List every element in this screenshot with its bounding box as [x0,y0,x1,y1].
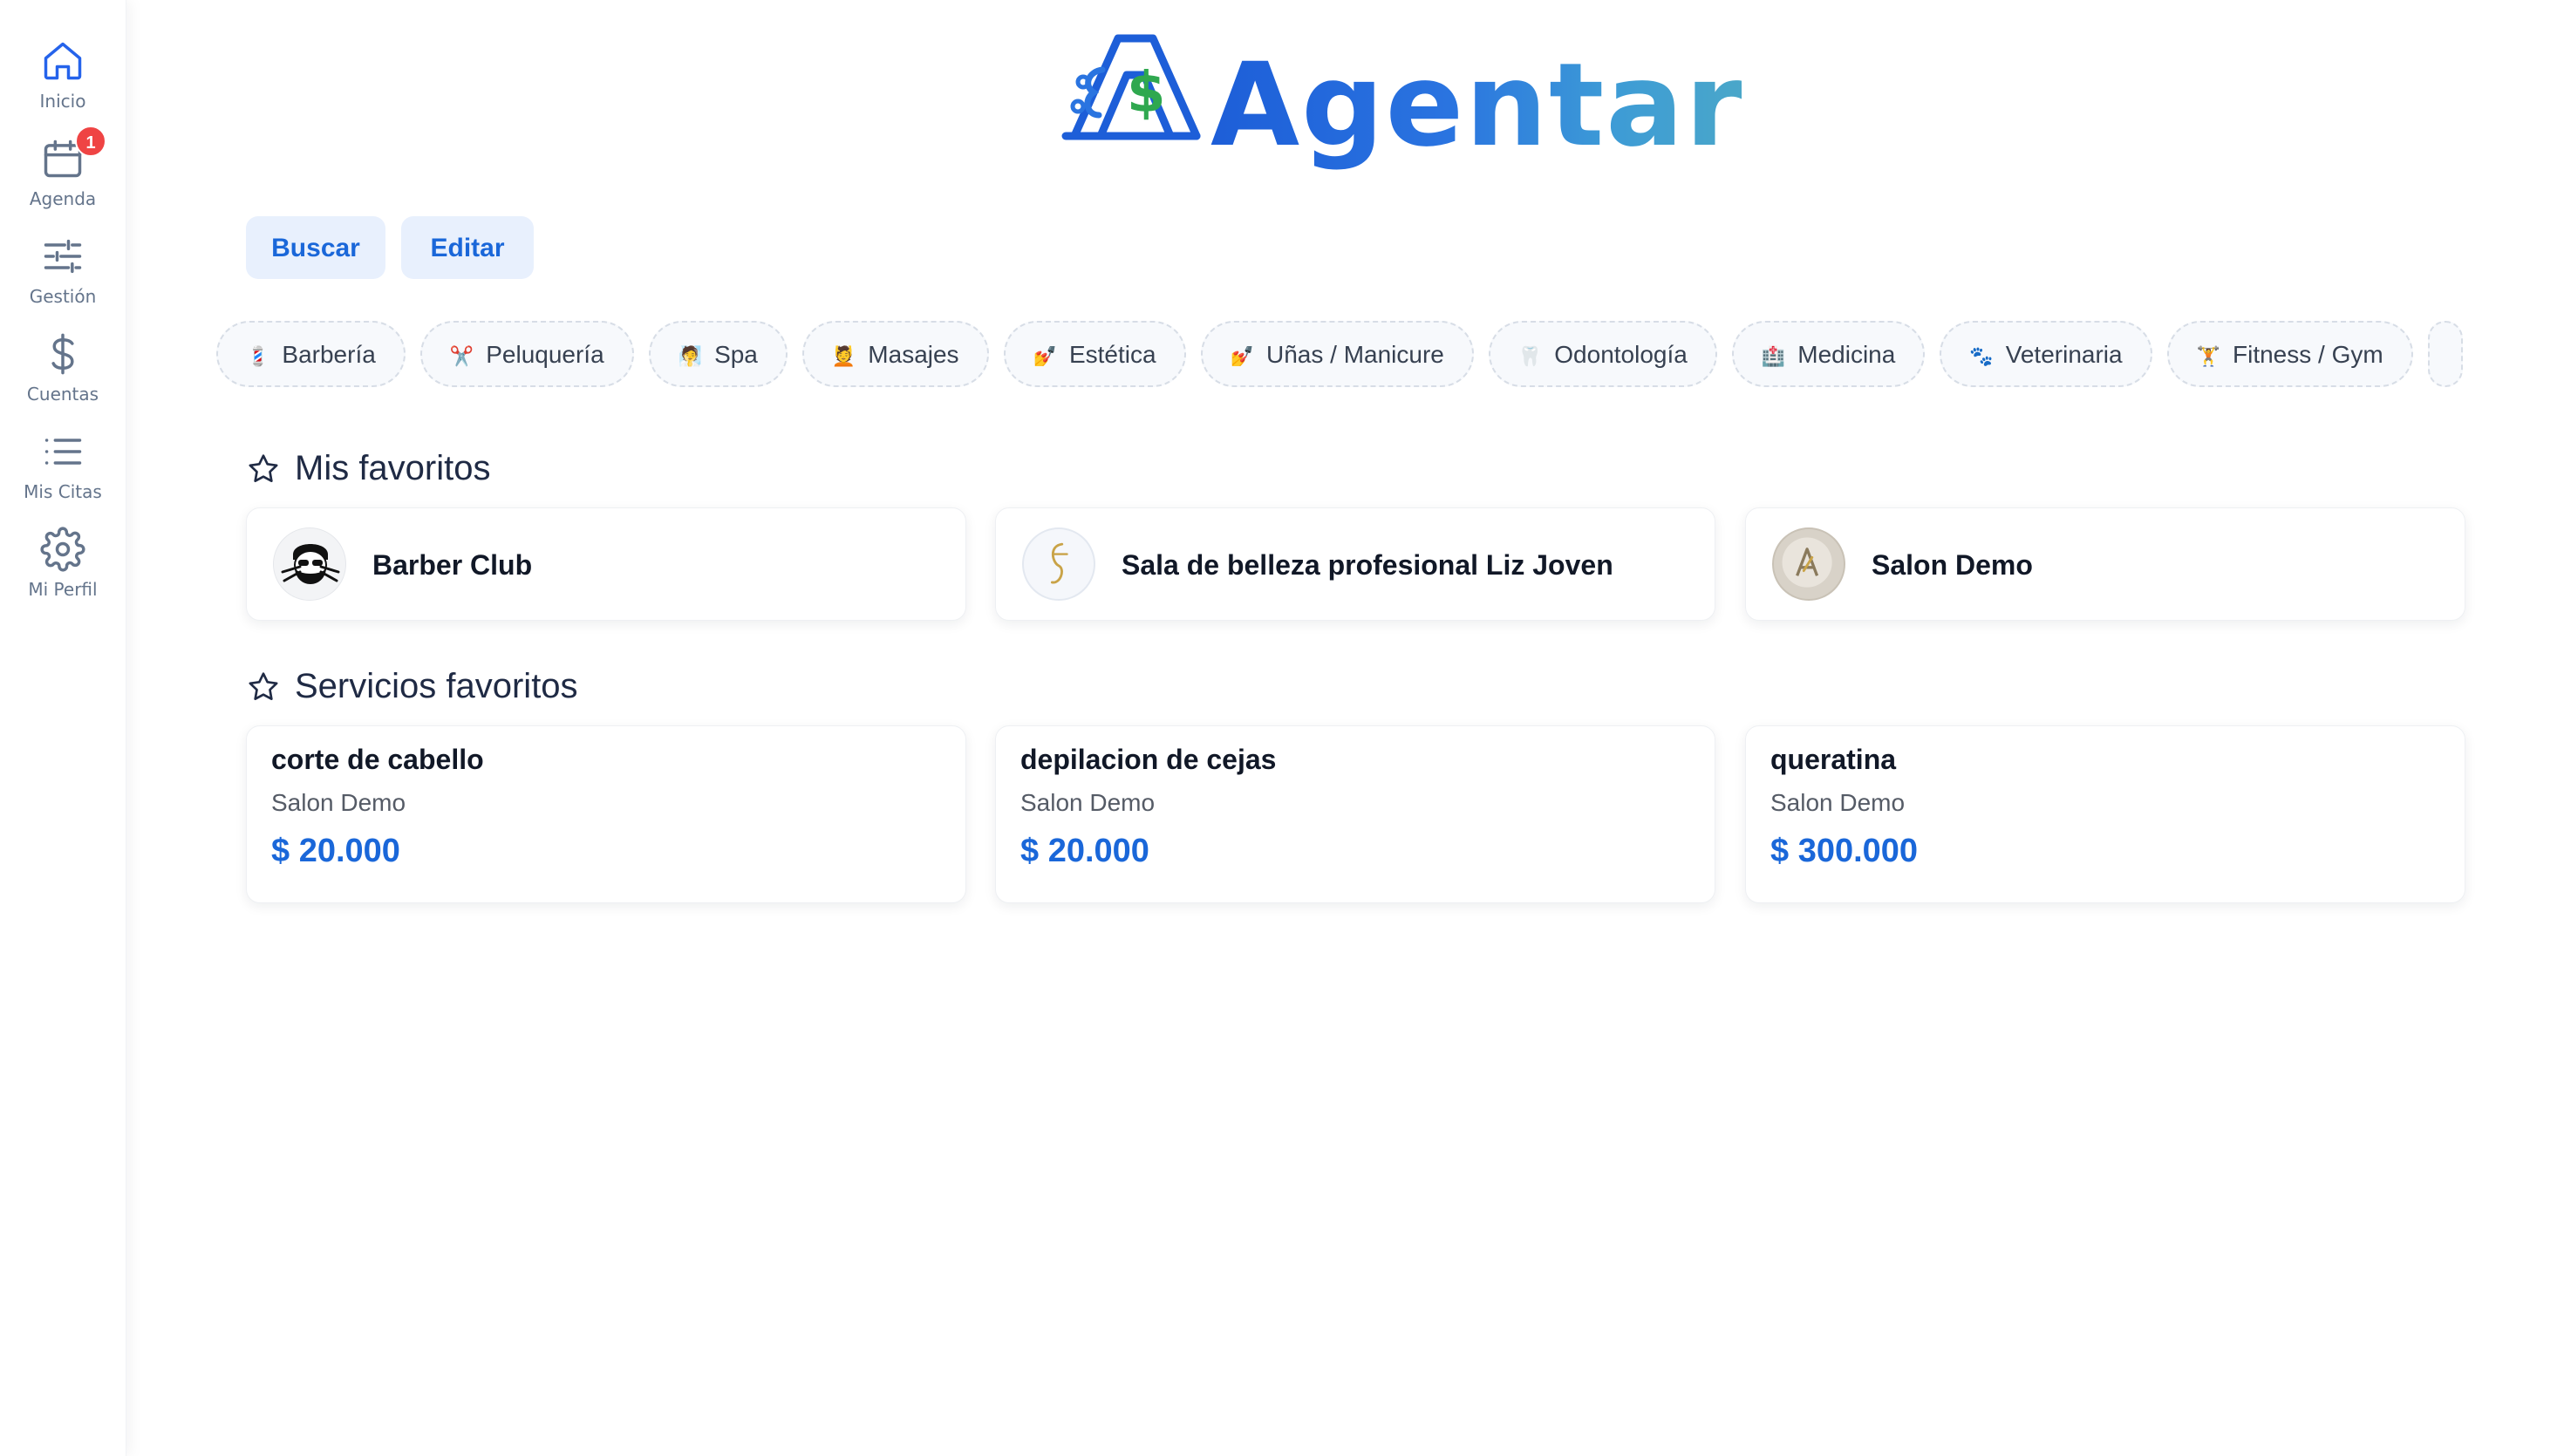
service-price: $ 20.000 [271,833,400,869]
service-price: $ 20.000 [1020,833,1149,869]
nail-polish-icon: 💅 [1230,346,1254,368]
sidebar-item-mi-perfil[interactable]: Mi Perfil [0,527,126,617]
favorite-business-card[interactable]: Barber Club [246,507,966,621]
notification-badge: 1 [75,126,106,157]
dollar-icon [51,333,74,375]
favorite-service-card[interactable]: depilacion de cejas Salon Demo $ 20.000 [995,725,1715,903]
sidebar-item-label: Agenda [29,188,97,209]
favorite-service-card[interactable]: corte de cabello Salon Demo $ 20.000 [246,725,966,903]
category-chip-list: 💈 Barbería ✂️ Peluquería 🧖 Spa 💆 Masajes 💅 Estéti… [216,321,2484,391]
chip-label: Peluquería [486,341,604,368]
search-button[interactable]: Buscar [246,216,385,279]
favorite-business-card[interactable]: Salon Demo [1745,507,2465,621]
category-chip-unas[interactable]: 💅 Uñas / Manicure [1200,321,1474,387]
tooth-icon: 🦷 [1517,346,1543,368]
chip-label: Veterinaria [2005,341,2123,368]
business-name: Barber Club [372,549,533,581]
business-name: Sala de belleza profesional Liz Joven [1122,549,1613,581]
favorite-business-card[interactable]: Sala de belleza profesional Liz Joven [995,507,1715,621]
service-business: Salon Demo [1020,789,1156,816]
chip-label: Estética [1068,341,1156,368]
business-name: Salon Demo [1872,549,2033,581]
sidebar-item-label: Gestión [29,286,97,307]
sidebar-item-mis-citas[interactable]: Mis Citas [0,429,126,520]
sidebar-item-label: Mi Perfil [28,579,98,600]
star-icon [249,454,278,482]
category-chip-veterinaria[interactable]: 🐾 Veterinaria [1940,321,2152,387]
sidebar-item-label: Inicio [39,91,86,112]
service-business: Salon Demo [271,789,406,816]
category-chip-masajes[interactable]: 💆 Masajes [801,321,989,387]
category-chip-barberia[interactable]: 💈 Barbería [216,321,406,387]
edit-button[interactable]: Editar [401,216,534,279]
app-logo: $ Agentar [1057,31,1742,171]
sidebar-item-agenda[interactable]: 1 Agenda [0,126,126,227]
chip-label: Masajes [868,341,959,368]
hospital-icon: 🏥 [1761,346,1786,368]
category-chip-medicina[interactable]: 🏥 Medicina [1731,321,1926,387]
sidebar-item-inicio[interactable]: Inicio [0,38,126,129]
scissors-icon: ✂️ [449,346,474,368]
chip-label: Odontología [1554,341,1688,368]
service-name: corte de cabello [271,744,484,775]
script-logo-icon [1050,542,1068,584]
chip-label: Uñas / Manicure [1265,341,1444,368]
paw-icon: 🐾 [1969,346,1994,368]
service-name: queratina [1770,744,1897,775]
category-chip-fitness[interactable]: 🏋️ Fitness / Gym [2166,321,2413,387]
category-chip-more[interactable] [2427,321,2463,387]
avatar [273,527,346,601]
sidebar-item-label: Mis Citas [24,481,102,502]
barber-pole-icon: 💈 [246,346,270,368]
spa-icon: 🧖 [678,346,703,368]
category-chip-odontologia[interactable]: 🦷 Odontología [1488,321,1717,387]
nail-polish-icon: 💅 [1033,346,1057,368]
home-icon [44,42,82,80]
chip-label: Spa [714,341,758,368]
sidebar-item-cuentas[interactable]: Cuentas [0,331,126,422]
massage-icon: 💆 [831,346,856,368]
sidebar: Inicio 1 Agenda Gestión Cuentas Mis Cita… [0,0,126,1456]
bearded-man-icon [281,544,340,584]
weightlifter-icon: 🏋️ [2196,346,2220,368]
chip-label: Fitness / Gym [2233,341,2383,368]
avatar [1022,527,1095,601]
service-name: depilacion de cejas [1020,744,1277,775]
category-chip-estetica[interactable]: 💅 Estética [1003,321,1186,387]
star-icon [249,672,278,700]
sidebar-item-label: Cuentas [26,384,99,405]
salon-logo-icon [1782,537,1832,588]
gear-icon [40,527,85,572]
chip-label: Barbería [282,341,376,368]
logo-mark-icon: $ [1061,34,1201,140]
sliders-icon [44,239,82,274]
favorite-services-section-title: Servicios favoritos [295,667,578,705]
favorite-service-card[interactable]: queratina Salon Demo $ 300.000 [1745,725,2465,903]
service-price: $ 300.000 [1770,833,1919,869]
sidebar-item-gestion[interactable]: Gestión [0,234,126,324]
avatar [1772,527,1845,601]
service-business: Salon Demo [1770,789,1906,816]
svg-text:$: $ [1127,61,1166,126]
logo-wordmark: Agentar [1210,38,1744,173]
list-icon [44,439,82,465]
category-chip-spa[interactable]: 🧖 Spa [648,321,788,387]
category-chip-peluqueria[interactable]: ✂️ Peluquería [419,321,634,387]
chip-label: Medicina [1797,341,1896,368]
favorites-section-title: Mis favoritos [295,449,491,487]
